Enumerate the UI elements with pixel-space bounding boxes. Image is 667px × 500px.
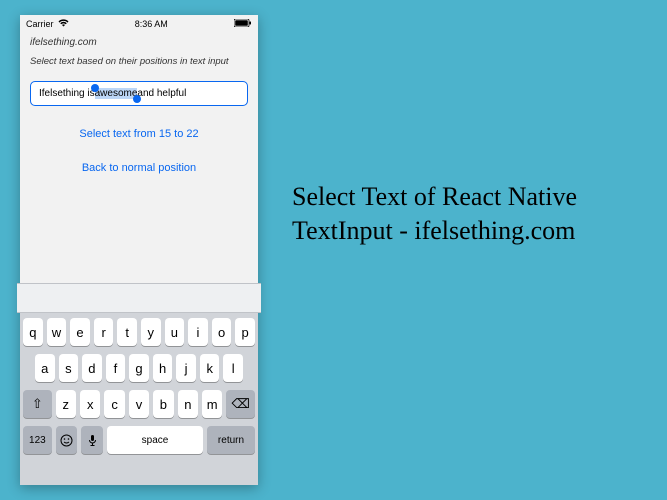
keyboard: q w e r t y u i o p a s d f g h j k l ⇧ … <box>20 313 258 485</box>
key-u[interactable]: u <box>165 318 185 346</box>
keyboard-row-2: a s d f g h j k l <box>23 354 255 382</box>
key-numbers[interactable]: 123 <box>23 426 52 454</box>
key-d[interactable]: d <box>82 354 102 382</box>
key-s[interactable]: s <box>59 354 79 382</box>
phone-frame: Carrier 8:36 AM ifelsething.com Select t… <box>20 15 258 485</box>
selection-handle-start[interactable] <box>91 84 99 92</box>
key-m[interactable]: m <box>202 390 222 418</box>
keyboard-row-1: q w e r t y u i o p <box>23 318 255 346</box>
select-range-button[interactable]: Select text from 15 to 22 <box>30 128 248 140</box>
reset-position-button[interactable]: Back to normal position <box>30 162 248 174</box>
key-x[interactable]: x <box>80 390 100 418</box>
key-p[interactable]: p <box>235 318 255 346</box>
key-n[interactable]: n <box>178 390 198 418</box>
key-l[interactable]: l <box>223 354 243 382</box>
key-q[interactable]: q <box>23 318 43 346</box>
key-z[interactable]: z <box>56 390 76 418</box>
key-o[interactable]: o <box>212 318 232 346</box>
carrier-label: Carrier <box>26 19 54 29</box>
page-title: Select Text of React Native TextInput - … <box>292 180 632 248</box>
keyboard-accessory-bar <box>17 283 261 313</box>
key-r[interactable]: r <box>94 318 114 346</box>
keyboard-row-3: ⇧ z x c v b n m ⌫ <box>23 390 255 418</box>
key-g[interactable]: g <box>129 354 149 382</box>
key-e[interactable]: e <box>70 318 90 346</box>
key-i[interactable]: i <box>188 318 208 346</box>
clock: 8:36 AM <box>135 19 168 29</box>
emoji-icon <box>60 434 73 447</box>
selected-text: awesome <box>95 88 138 99</box>
key-k[interactable]: k <box>200 354 220 382</box>
keyboard-row-4: 123 space return <box>23 426 255 454</box>
selection-handle-end[interactable] <box>133 95 141 103</box>
app-content: ifelsething.com Select text based on the… <box>20 33 258 288</box>
text-before-selection: Ifelsething is <box>39 88 95 99</box>
status-bar: Carrier 8:36 AM <box>20 15 258 33</box>
key-a[interactable]: a <box>35 354 55 382</box>
key-mic[interactable] <box>81 426 103 454</box>
wifi-icon <box>58 19 69 29</box>
key-emoji[interactable] <box>56 426 78 454</box>
mic-icon <box>88 434 97 447</box>
key-return[interactable]: return <box>207 426 255 454</box>
instruction-text: Select text based on their positions in … <box>30 56 248 67</box>
battery-icon <box>234 19 252 29</box>
key-backspace[interactable]: ⌫ <box>226 390 255 418</box>
key-v[interactable]: v <box>129 390 149 418</box>
key-b[interactable]: b <box>153 390 173 418</box>
key-shift[interactable]: ⇧ <box>23 390 52 418</box>
key-w[interactable]: w <box>47 318 67 346</box>
text-after-selection: and helpful <box>137 88 186 99</box>
key-y[interactable]: y <box>141 318 161 346</box>
key-h[interactable]: h <box>153 354 173 382</box>
key-j[interactable]: j <box>176 354 196 382</box>
text-input[interactable]: Ifelsething is awesome and helpful <box>30 81 248 106</box>
key-f[interactable]: f <box>106 354 126 382</box>
key-c[interactable]: c <box>104 390 124 418</box>
site-label: ifelsething.com <box>30 37 248 48</box>
key-t[interactable]: t <box>117 318 137 346</box>
key-space[interactable]: space <box>107 426 203 454</box>
